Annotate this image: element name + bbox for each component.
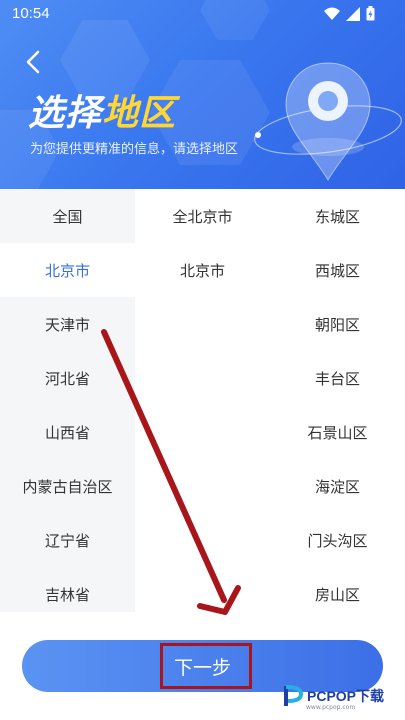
watermark-brand: PCPOP下载: [307, 688, 385, 704]
district-item[interactable]: 海淀区: [270, 459, 405, 513]
city-list: 全北京市 北京市: [135, 189, 270, 297]
province-item[interactable]: 辽宁省: [0, 513, 135, 567]
district-item[interactable]: 石景山区: [270, 405, 405, 459]
wifi-icon: [324, 7, 340, 20]
district-item[interactable]: 东城区: [270, 189, 405, 243]
district-item[interactable]: 朝阳区: [270, 297, 405, 351]
province-item[interactable]: 全国: [0, 189, 135, 243]
page-title: 选择地区: [28, 84, 176, 136]
district-item[interactable]: 丰台区: [270, 351, 405, 405]
back-icon[interactable]: [18, 46, 50, 78]
district-item[interactable]: 门头沟区: [270, 513, 405, 567]
district-list: 东城区 西城区 朝阳区 丰台区 石景山区 海淀区 门头沟区 房山区: [270, 189, 405, 621]
city-item[interactable]: 全北京市: [135, 189, 270, 243]
header-banner: 10:54 选择地区 为您提供更精准的信息，请选择地区: [0, 0, 405, 190]
province-list: 全国 北京市 天津市 河北省 山西省 内蒙古自治区 辽宁省 吉林省: [0, 189, 135, 621]
city-item[interactable]: 北京市: [135, 243, 270, 297]
signal-icon: [346, 6, 360, 21]
province-item[interactable]: 河北省: [0, 351, 135, 405]
pcpop-logo-icon: [284, 685, 304, 706]
district-item[interactable]: 西城区: [270, 243, 405, 297]
status-time: 10:54: [12, 5, 50, 22]
title-part2: 地区: [102, 93, 177, 134]
battery-icon: [366, 6, 375, 21]
screen: 10:54 选择地区 为您提供更精准的信息，请选择地区 全国 北京市 天津市 河北省山…: [0, 0, 405, 720]
status-bar: 10:54: [0, 0, 405, 30]
watermark-url: www.pcpop.com: [306, 704, 356, 711]
province-item[interactable]: 天津市: [0, 297, 135, 351]
location-pin-illustration: [254, 62, 402, 181]
status-icons: [324, 6, 375, 21]
province-item[interactable]: 北京市: [0, 243, 135, 297]
province-item[interactable]: 内蒙古自治区: [0, 459, 135, 513]
title-part1: 选择: [28, 93, 103, 134]
annotation-highlight-box: [160, 643, 252, 689]
page-subtitle: 为您提供更精准的信息，请选择地区: [30, 142, 239, 157]
province-item[interactable]: 山西省: [0, 405, 135, 459]
